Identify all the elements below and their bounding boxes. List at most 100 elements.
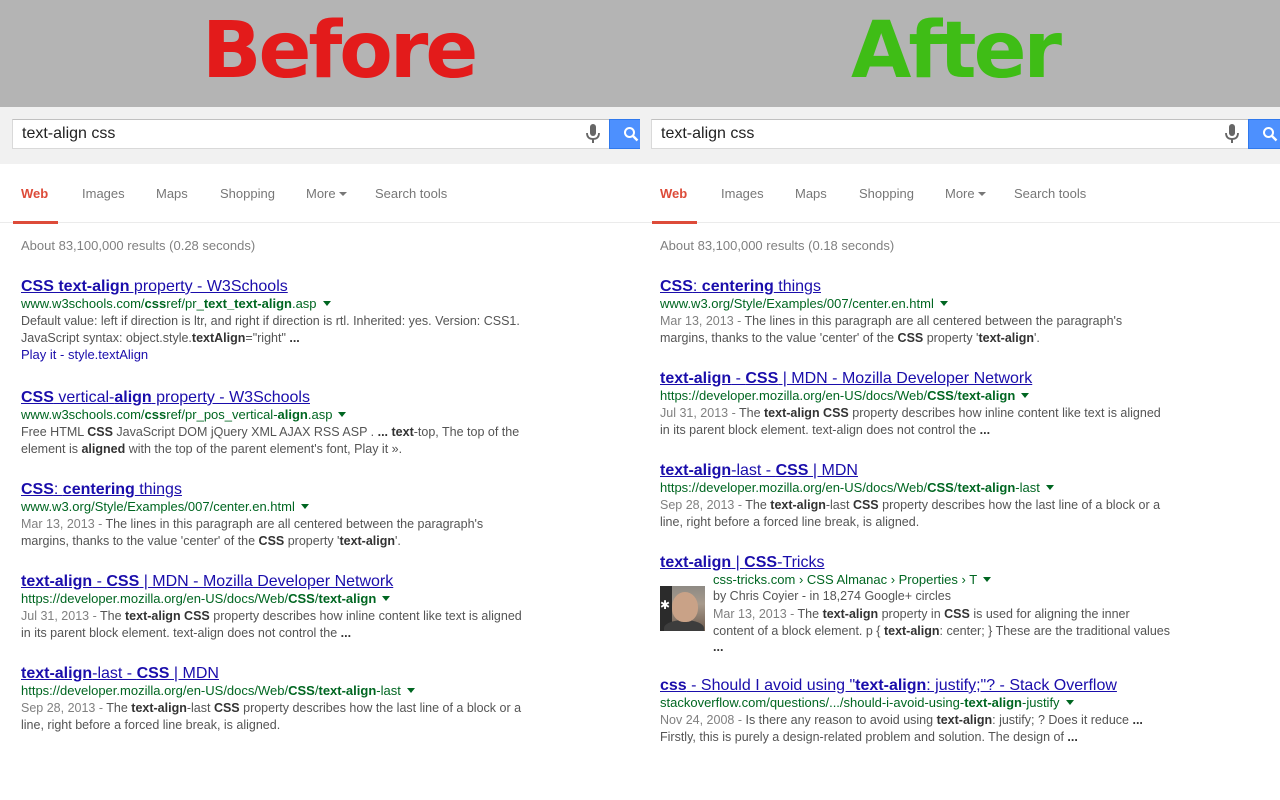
result-url-text: css-tricks.com › CSS Almanac › Propertie… <box>713 572 978 587</box>
search-result: text-align - CSS | MDN - Mozilla Develop… <box>660 369 1170 438</box>
result-url-text: https://developer.mozilla.org/en-US/docs… <box>660 480 1040 495</box>
tab-maps[interactable]: Maps <box>795 186 827 222</box>
result-snippet: Mar 13, 2013 - The text-align property i… <box>713 607 1170 654</box>
search-input[interactable] <box>651 119 1249 149</box>
caret-down-icon[interactable] <box>939 300 948 306</box>
tab-shopping[interactable]: Shopping <box>859 186 914 222</box>
result-url: css-tricks.com › CSS Almanac › Propertie… <box>713 572 1170 588</box>
result-url: https://developer.mozilla.org/en-US/docs… <box>660 388 1170 404</box>
tab-web[interactable]: Web <box>21 186 48 222</box>
tab-search-tools[interactable]: Search tools <box>375 186 447 222</box>
result-title-link[interactable]: text-align - CSS | MDN - Mozilla Develop… <box>21 572 531 591</box>
result-url: www.w3.org/Style/Examples/007/center.en.… <box>21 499 531 515</box>
microphone-icon[interactable] <box>585 123 601 145</box>
result-title-link[interactable]: text-align | CSS-Tricks <box>660 553 1170 572</box>
result-snippet: Jul 31, 2013 - The text-align CSS proper… <box>660 406 1161 437</box>
rich-snippet: css-tricks.com › CSS Almanac › Propertie… <box>660 572 1170 656</box>
caret-down-icon[interactable] <box>983 576 992 582</box>
microphone-icon[interactable] <box>1224 123 1240 145</box>
search-header <box>0 107 640 164</box>
tab-more-label: More <box>945 186 975 201</box>
tab-images[interactable]: Images <box>721 186 764 222</box>
result-snippet: Jul 31, 2013 - The text-align CSS proper… <box>21 609 522 640</box>
result-title-link[interactable]: CSS: centering things <box>21 480 531 499</box>
tab-web[interactable]: Web <box>660 186 687 222</box>
tab-more-label: More <box>306 186 336 201</box>
comparison-banner: Before After <box>0 0 1280 107</box>
search-button[interactable] <box>609 119 640 149</box>
result-url-text: https://developer.mozilla.org/en-US/docs… <box>660 388 1016 403</box>
caret-down-icon[interactable] <box>300 503 309 509</box>
result-snippet: Sep 28, 2013 - The text-align-last CSS p… <box>660 498 1161 529</box>
result-snippet: Default value: left if direction is ltr,… <box>21 314 520 345</box>
result-url: www.w3schools.com/cssref/pr_text_text-al… <box>21 296 531 312</box>
caret-down-icon[interactable] <box>382 595 391 601</box>
avatar-face <box>672 592 698 622</box>
result-title-link[interactable]: text-align-last - CSS | MDN <box>660 461 1170 480</box>
tab-shopping[interactable]: Shopping <box>220 186 275 222</box>
caret-down-icon[interactable] <box>406 687 415 693</box>
result-title-link[interactable]: CSS vertical-align property - W3Schools <box>21 388 531 407</box>
search-result: CSS text-align property - W3Schools www.… <box>21 277 531 363</box>
result-stats: About 83,100,000 results (0.18 seconds) <box>660 238 895 253</box>
tab-more[interactable]: More <box>945 186 986 222</box>
search-header <box>640 107 1280 164</box>
result-url-text: www.w3schools.com/cssref/pr_pos_vertical… <box>21 407 333 422</box>
search-result: text-align-last - CSS | MDN https://deve… <box>660 461 1170 530</box>
caret-down-icon[interactable] <box>322 300 331 306</box>
tab-maps[interactable]: Maps <box>156 186 188 222</box>
search-result: css - Should I avoid using "text-align: … <box>660 676 1170 745</box>
caret-down-icon[interactable] <box>1021 392 1030 398</box>
result-sitelink[interactable]: Play it - style.textAlign <box>21 347 531 363</box>
result-author[interactable]: by Chris Coyier - in 18,274 Google+ circ… <box>713 588 1170 605</box>
active-tab-indicator <box>13 221 58 224</box>
result-snippet: Mar 13, 2013 - The lines in this paragra… <box>21 517 484 548</box>
active-tab-indicator <box>652 221 697 224</box>
result-url: www.w3.org/Style/Examples/007/center.en.… <box>660 296 1170 312</box>
result-url: https://developer.mozilla.org/en-US/docs… <box>660 480 1170 496</box>
result-title-link[interactable]: text-align-last - CSS | MDN <box>21 664 531 683</box>
search-result: CSS vertical-align property - W3Schools … <box>21 388 531 457</box>
search-button[interactable] <box>1248 119 1280 149</box>
tab-more[interactable]: More <box>306 186 347 222</box>
result-snippet: Mar 13, 2013 - The lines in this paragra… <box>660 314 1123 345</box>
search-result: text-align - CSS | MDN - Mozilla Develop… <box>21 572 531 641</box>
result-title-link[interactable]: css - Should I avoid using "text-align: … <box>660 676 1170 695</box>
result-stats: About 83,100,000 results (0.28 seconds) <box>21 238 256 253</box>
result-snippet: Nov 24, 2008 - Is there any reason to av… <box>660 713 1143 744</box>
search-icon <box>624 127 639 142</box>
result-url-text: stackoverflow.com/questions/.../should-i… <box>660 695 1060 710</box>
search-icon <box>1263 127 1278 142</box>
before-results-pane: Web Images Maps Shopping More Search too… <box>0 107 640 800</box>
search-result: text-align | CSS-Tricks css-tricks.com ›… <box>660 553 1170 656</box>
result-url-text: www.w3schools.com/cssref/pr_text_text-al… <box>21 296 317 311</box>
tab-search-tools[interactable]: Search tools <box>1014 186 1086 222</box>
caret-down-icon[interactable] <box>1045 484 1054 490</box>
author-avatar[interactable] <box>660 586 705 631</box>
search-result: text-align-last - CSS | MDN https://deve… <box>21 664 531 733</box>
result-title-link[interactable]: CSS text-align property - W3Schools <box>21 277 531 296</box>
result-url: https://developer.mozilla.org/en-US/docs… <box>21 591 531 607</box>
result-url-text: www.w3.org/Style/Examples/007/center.en.… <box>21 499 295 514</box>
result-snippet: Free HTML CSS JavaScript DOM jQuery XML … <box>21 425 520 456</box>
result-url: https://developer.mozilla.org/en-US/docs… <box>21 683 531 699</box>
caret-down-icon[interactable] <box>1065 699 1074 705</box>
tab-images[interactable]: Images <box>82 186 125 222</box>
search-tabs: Web Images Maps Shopping More Search too… <box>640 164 1280 224</box>
result-title-link[interactable]: CSS: centering things <box>660 277 1170 296</box>
search-result: CSS: centering things www.w3.org/Style/E… <box>21 480 531 549</box>
result-url-text: www.w3.org/Style/Examples/007/center.en.… <box>660 296 934 311</box>
after-heading: After <box>851 6 1062 96</box>
result-url: www.w3schools.com/cssref/pr_pos_vertical… <box>21 407 531 423</box>
caret-down-icon[interactable] <box>338 411 347 417</box>
result-title-link[interactable]: text-align - CSS | MDN - Mozilla Develop… <box>660 369 1170 388</box>
result-url-text: https://developer.mozilla.org/en-US/docs… <box>21 591 377 606</box>
result-snippet: Sep 28, 2013 - The text-align-last CSS p… <box>21 701 522 732</box>
chevron-down-icon <box>338 191 347 196</box>
search-tabs: Web Images Maps Shopping More Search too… <box>0 164 640 224</box>
result-url: stackoverflow.com/questions/.../should-i… <box>660 695 1170 711</box>
before-heading: Before <box>202 6 478 96</box>
search-input[interactable] <box>12 119 610 149</box>
search-result: CSS: centering things www.w3.org/Style/E… <box>660 277 1170 346</box>
result-url-text: https://developer.mozilla.org/en-US/docs… <box>21 683 401 698</box>
